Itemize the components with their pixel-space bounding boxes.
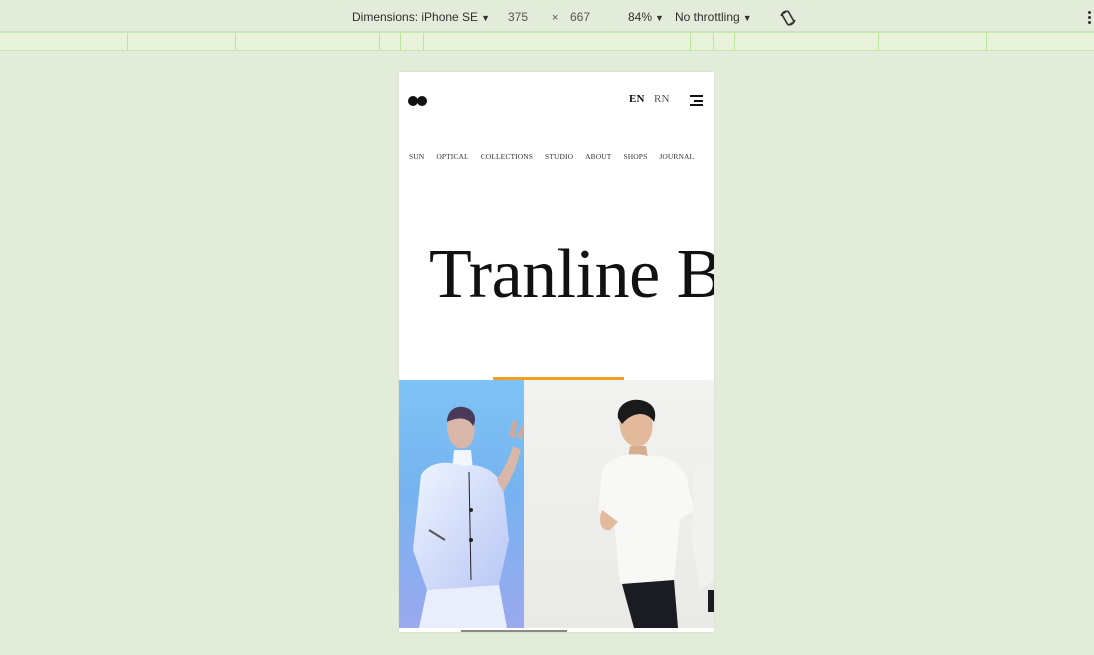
media-query-marker[interactable] — [690, 33, 691, 51]
dimensions-label: Dimensions: iPhone SE — [352, 10, 479, 24]
media-query-marker[interactable] — [235, 33, 236, 51]
dimensions-dropdown[interactable]: Dimensions: iPhone SE ▼ — [352, 10, 490, 24]
rotate-icon[interactable] — [778, 8, 798, 28]
nav-item-shops[interactable]: SHOPS — [624, 152, 648, 161]
width-input[interactable]: 375 — [508, 10, 548, 24]
more-vertical-icon[interactable] — [1088, 11, 1092, 25]
media-query-marker[interactable] — [734, 33, 735, 51]
device-viewport: EN RN SUN OPTICAL COLLECTIONS STUDIO ABO… — [399, 72, 714, 632]
media-query-marker[interactable] — [127, 33, 128, 51]
times-separator: × — [552, 12, 559, 24]
language-en-link[interactable]: EN — [629, 93, 645, 105]
media-query-marker[interactable] — [713, 33, 714, 51]
caret-down-icon: ▼ — [481, 13, 490, 23]
zoom-label: 84% — [628, 10, 653, 24]
caret-down-icon: ▼ — [655, 13, 664, 23]
media-query-marker[interactable] — [379, 33, 380, 51]
nav-item-collections[interactable]: COLLECTIONS — [481, 152, 533, 161]
nav-item-about[interactable]: ABOUT — [585, 152, 611, 161]
brand-logo[interactable] — [408, 96, 428, 106]
device-toolbar: Dimensions: iPhone SE ▼ 375 × 667 84% ▼ No… — [0, 0, 1094, 32]
hamburger-menu-icon[interactable] — [690, 95, 703, 106]
main-nav: SUN OPTICAL COLLECTIONS STUDIO ABOUT SHO… — [409, 152, 706, 161]
media-query-marker[interactable] — [878, 33, 879, 51]
caret-down-icon: ▼ — [742, 13, 752, 23]
horizontal-scrollbar[interactable] — [461, 630, 567, 632]
model-photo-blue[interactable] — [399, 380, 524, 628]
zoom-dropdown[interactable]: 84% ▼ — [628, 10, 664, 24]
language-rn-link[interactable]: RN — [654, 93, 670, 105]
hero-title: Tranline Bra — [429, 236, 714, 313]
throttling-label: No throttling — [675, 10, 740, 24]
nav-item-journal[interactable]: JOURNAL — [659, 152, 694, 161]
nav-item-optical[interactable]: OPTICAL — [436, 152, 468, 161]
media-query-marker[interactable] — [400, 33, 401, 51]
throttling-dropdown[interactable]: No throttling ▼ — [675, 10, 752, 24]
media-query-marker[interactable] — [423, 33, 424, 51]
model-photo-white[interactable] — [524, 380, 714, 628]
nav-item-sun[interactable]: SUN — [409, 152, 424, 161]
height-input[interactable]: 667 — [570, 10, 610, 24]
nav-item-studio[interactable]: STUDIO — [545, 152, 573, 161]
media-query-marker[interactable] — [986, 33, 987, 51]
media-query-bar[interactable] — [0, 32, 1094, 51]
